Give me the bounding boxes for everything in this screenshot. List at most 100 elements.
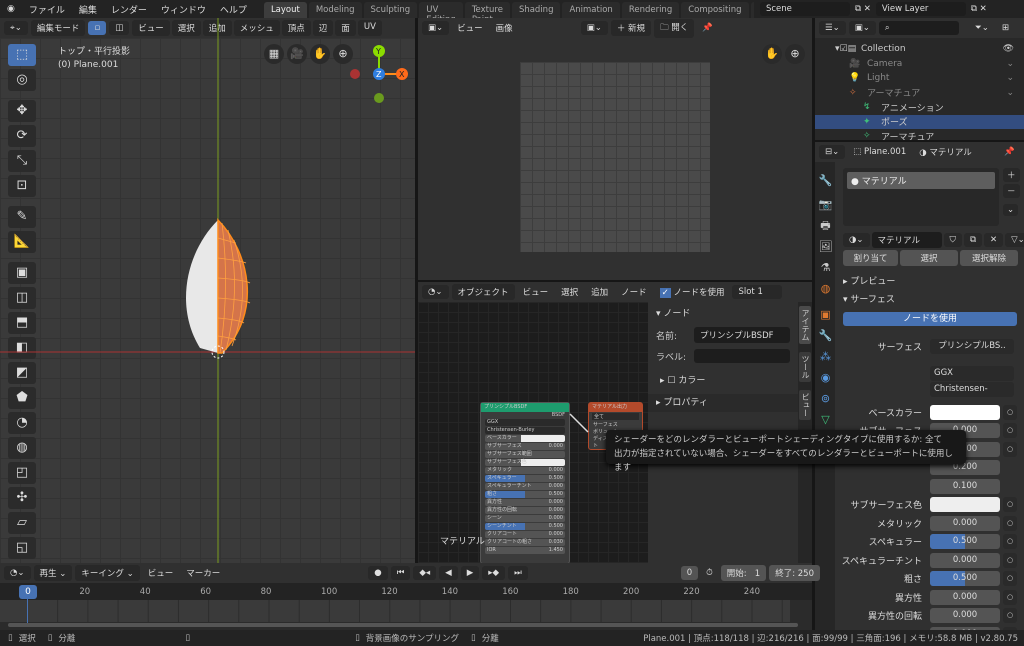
tab-compositing[interactable]: Compositing — [681, 2, 749, 18]
new-view-layer-icon[interactable]: ⧉ ✕ — [966, 2, 992, 16]
pan-hand-icon[interactable]: ✋ — [762, 44, 782, 64]
keyframe-dot-icon[interactable]: ○ — [1003, 571, 1017, 586]
input-field[interactable]: 0.500 — [930, 571, 1000, 586]
object-tab-icon[interactable]: ▣ — [817, 306, 834, 324]
keyframe-dot-icon[interactable]: ○ — [1003, 441, 1017, 457]
sss-method-selector[interactable]: Christensen-Burley — [930, 381, 1014, 397]
prev-keyframe-button[interactable]: ◆◂ — [413, 566, 437, 580]
outliner-item[interactable]: ✦ ポーズ — [815, 114, 1024, 129]
material-slot-item[interactable]: ● マテリアル — [847, 172, 995, 189]
play-reverse-button[interactable]: ◀ — [439, 566, 458, 580]
view-layer-selector[interactable]: View Layer — [875, 2, 966, 16]
input-field[interactable]: 0.500 — [930, 534, 1000, 549]
material-name-field[interactable]: マテリアル — [871, 232, 942, 248]
duplicate-material-icon[interactable]: ⧉ — [963, 233, 983, 247]
assign-button[interactable]: 割り当て — [843, 250, 898, 266]
node-name-field[interactable]: プリンシプルBSDF — [694, 327, 790, 343]
material-link-selector[interactable]: ▽⌄ — [1005, 233, 1024, 247]
properties-section-header[interactable]: ▸ プロパティ — [648, 394, 798, 412]
jump-end-button[interactable]: ⏭ — [508, 566, 528, 580]
shader-node-editor[interactable]: ◔⌄ オブジェクト ビュー 選択 追加 ノード ✓ ノードを使用 Slot 1 … — [418, 282, 812, 563]
outliner-item[interactable]: 🎥 Camera ⌄ — [815, 57, 1024, 71]
pin-icon[interactable]: 📌 — [999, 145, 1020, 159]
display-mode-button[interactable]: ☰⌄ — [819, 21, 846, 35]
menu-window[interactable]: ウィンドウ — [154, 3, 213, 16]
outliner-item[interactable]: 💡 Light ⌄ — [815, 71, 1024, 85]
browse-material-button[interactable]: ◑⌄ — [843, 233, 870, 247]
editor-type-button[interactable]: ◔⌄ — [4, 566, 31, 580]
tab-layout[interactable]: Layout — [263, 2, 307, 18]
visibility-icon[interactable]: ⌄ — [1006, 88, 1014, 98]
particles-tab-icon[interactable]: ⁂ — [817, 348, 834, 366]
jump-start-button[interactable]: ⏮ — [390, 566, 411, 580]
keyframe-dot-icon[interactable]: ○ — [1003, 423, 1017, 438]
outliner-item[interactable]: ✧ アーマチュア ⌄ — [815, 86, 1024, 100]
start-frame-field[interactable]: 開始: 1 — [720, 565, 767, 581]
visibility-icon[interactable]: 👁 — [1003, 44, 1014, 54]
modifier-tab-icon[interactable]: 🔧 — [817, 327, 834, 345]
add-slot-button[interactable]: ＋ — [1003, 168, 1020, 182]
open-image-button[interactable]: 🗀 開く — [654, 18, 695, 38]
pin-icon[interactable]: 📌 — [697, 21, 718, 35]
keyframe-dot-icon[interactable]: ○ — [1003, 552, 1017, 568]
tab-rendering[interactable]: Rendering — [621, 2, 680, 18]
3d-viewport[interactable]: ⌖⌄ 編集モード ▫ ◫ ビュー 選択 追加 メッシュ 頂点辺面 UV トップ・平行投影 … — [0, 18, 415, 563]
surface-panel-header[interactable]: ▾ サーフェス — [843, 292, 895, 305]
record-button[interactable]: ● — [368, 566, 388, 580]
tab-shading[interactable]: Shading — [511, 2, 561, 18]
use-nodes-button[interactable]: ノードを使用 — [843, 312, 1017, 326]
new-collection-icon[interactable]: ⊞ — [997, 21, 1014, 35]
tab-tool[interactable]: ツール — [799, 352, 811, 382]
input-field[interactable]: 0.100 — [930, 478, 1000, 494]
scene-tab-icon[interactable]: ⚗ — [817, 259, 834, 277]
keyframe-area[interactable] — [0, 600, 790, 622]
node-label-field[interactable] — [694, 349, 790, 363]
keyframe-dot-icon[interactable]: ○ — [1003, 497, 1017, 512]
outliner-item[interactable]: ✧ アーマチュア — [815, 129, 1024, 140]
keyframe-dot-icon[interactable]: ○ — [1003, 534, 1017, 549]
image-browse-button[interactable]: ▣⌄ — [580, 21, 608, 35]
input-field[interactable]: 0.000 — [930, 552, 1000, 568]
menu-help[interactable]: ヘルプ — [213, 3, 254, 16]
keying-menu[interactable]: キーイング ⌄ — [75, 565, 140, 581]
end-frame-field[interactable]: 終了: 250 — [769, 565, 820, 581]
menu-file[interactable]: ファイル — [22, 3, 72, 16]
visibility-icon[interactable]: ⌄ — [1006, 59, 1014, 69]
next-keyframe-button[interactable]: ▸◆ — [482, 566, 506, 580]
menu-render[interactable]: レンダー — [104, 3, 154, 16]
slot-specials-button[interactable]: ⌄ — [1003, 204, 1019, 216]
editor-type-button[interactable]: ⊟⌄ — [819, 145, 846, 159]
tab-scrip[interactable]: Scrip — [750, 2, 754, 18]
outliner-item[interactable]: ▾☑▤ Collection 👁 — [815, 42, 1024, 56]
playback-menu[interactable]: 再生 ⌄ — [33, 565, 73, 581]
input-field[interactable]: 0.000 — [930, 515, 1000, 531]
output-tab-icon[interactable]: 🖶 — [817, 217, 834, 235]
remove-slot-button[interactable]: － — [1003, 184, 1020, 198]
blender-logo-icon[interactable]: ◉ — [0, 4, 22, 14]
deselect-button[interactable]: 選択解除 — [960, 250, 1018, 266]
outliner-search-input[interactable]: ⌕ — [878, 21, 959, 35]
keyframe-dot-icon[interactable]: ○ — [1003, 404, 1017, 420]
tool-tab-icon[interactable]: 🔧 — [817, 172, 834, 190]
input-field[interactable] — [930, 497, 1000, 512]
menu-view[interactable]: ビュー — [452, 20, 488, 36]
world-tab-icon[interactable]: ◍ — [817, 280, 834, 298]
view-layer-tab-icon[interactable]: 🖼 — [817, 238, 834, 256]
stopwatch-icon[interactable]: ⏱ — [701, 566, 718, 580]
play-button[interactable]: ▶ — [460, 566, 480, 580]
input-field[interactable]: 0.000 — [930, 589, 1000, 605]
unlink-material-icon[interactable]: ✕ — [984, 233, 1004, 247]
preview-panel-header[interactable]: ▸ プレビュー — [843, 274, 895, 287]
view-layer-button[interactable]: ▣⌄ — [848, 21, 876, 35]
tab-sculpting[interactable]: Sculpting — [363, 2, 418, 18]
tab-animation[interactable]: Animation — [562, 2, 620, 18]
filter-icon[interactable]: ⏷⌄ — [970, 21, 994, 35]
input-field[interactable] — [930, 404, 1000, 420]
zoom-icon[interactable]: ⊕ — [785, 44, 805, 64]
slot-selector[interactable]: Slot 1 — [732, 285, 783, 299]
node-section-header[interactable]: ▾ ノード — [648, 302, 798, 323]
image-editor[interactable]: ▣⌄ ビュー 画像 ▣⌄ ＋ 新規 🗀 開く 📌 ✋ ⊕ — [418, 18, 812, 280]
visibility-icon[interactable]: ⌄ — [1006, 73, 1014, 83]
data-tab-icon[interactable]: ▽ — [817, 411, 834, 429]
select-button[interactable]: 選択 — [900, 250, 958, 266]
